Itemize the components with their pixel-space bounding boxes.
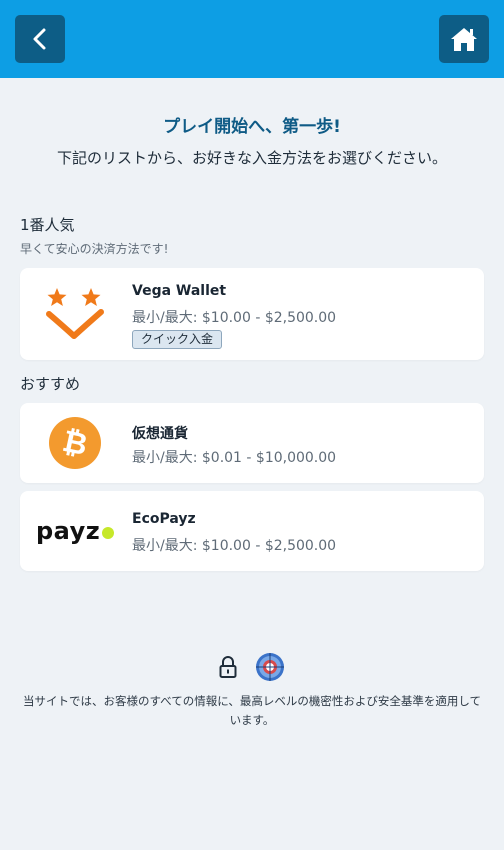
popular-section-title: 1番人気	[20, 216, 75, 234]
payment-method-range: 最小/最大: $10.00 - $2,500.00	[132, 310, 337, 326]
payment-method-vega-wallet[interactable]: Vega Wallet 最小/最大: $10.00 - $2,500.00 クイ…	[20, 268, 484, 360]
payment-method-name: EcoPayz	[132, 511, 196, 527]
payment-method-name: Vega Wallet	[132, 283, 227, 299]
security-statement: 当サイトでは、お客様のすべての情報に、最高レベルの機密性および安全基準を適用して…	[22, 694, 482, 727]
payz-dot-icon	[102, 527, 115, 539]
vega-wallet-logo	[20, 268, 130, 360]
page-headline: プレイ開始へ、第一歩!	[163, 117, 341, 137]
security-seal-icon	[256, 653, 284, 681]
payment-method-range: 最小/最大: $0.01 - $10,000.00	[132, 450, 337, 466]
quick-deposit-badge: クイック入金	[132, 330, 223, 349]
popular-section-subtitle: 早くて安心の決済方法です!	[20, 242, 169, 256]
home-icon	[451, 28, 477, 51]
payment-method-crypto[interactable]: ₿ 仮想通貨 最小/最大: $0.01 - $10,000.00	[20, 403, 484, 483]
back-button[interactable]	[15, 15, 65, 63]
security-icons	[0, 651, 504, 683]
payz-logo-text: payz	[36, 517, 101, 545]
bitcoin-icon: ₿	[20, 403, 130, 483]
page-subheading: 下記のリストから、お好きな入金方法をお選びください。	[56, 149, 447, 167]
payment-method-name: 仮想通貨	[132, 426, 188, 442]
payment-method-ecopayz[interactable]: payz EcoPayz 最小/最大: $10.00 - $2,500.00	[20, 491, 484, 571]
home-button[interactable]	[439, 15, 489, 63]
payment-method-range: 最小/最大: $10.00 - $2,500.00	[132, 538, 337, 554]
lock-icon	[219, 656, 237, 678]
recommended-section-title: おすすめ	[20, 375, 81, 393]
payz-logo: payz	[24, 491, 134, 571]
chevron-left-icon	[33, 28, 46, 50]
top-bar	[0, 0, 504, 78]
